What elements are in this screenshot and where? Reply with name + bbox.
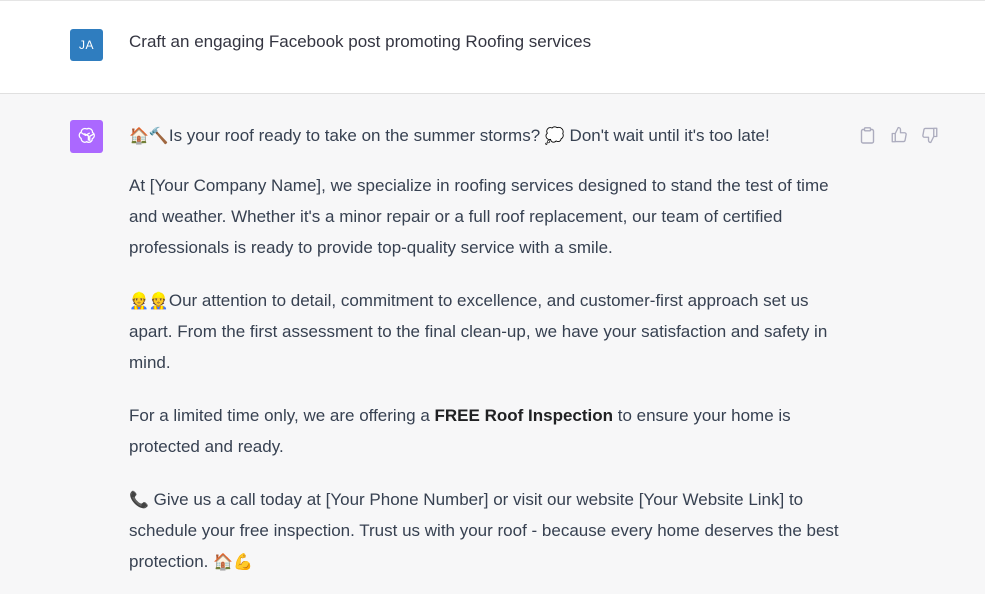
phone-emoji: 📞 <box>129 490 149 509</box>
assistant-message-content: 🏠🔨Is your roof ready to take on the summ… <box>129 122 849 599</box>
user-avatar-initials: JA <box>78 38 94 52</box>
free-inspection-bold: FREE Roof Inspection <box>434 406 614 425</box>
paragraph-3: 👷👷Our attention to detail, commitment to… <box>129 291 828 372</box>
paragraph-2: At [Your Company Name], we specialize in… <box>129 176 829 257</box>
paragraph-1: 🏠🔨Is your roof ready to take on the summ… <box>129 126 770 145</box>
house-muscle-emoji: 🏠💪 <box>213 552 253 571</box>
thumbs-up-button[interactable] <box>889 125 908 145</box>
user-message-text: Craft an engaging Facebook post promotin… <box>129 32 592 51</box>
thumbs-up-icon <box>891 126 907 143</box>
paragraph-5: 📞 Give us a call today at [Your Phone Nu… <box>129 490 839 571</box>
thumbs-down-icon <box>921 127 937 144</box>
user-message-row: JA Craft an engaging Facebook post promo… <box>0 0 985 94</box>
workers-emoji: 👷👷 <box>129 291 169 310</box>
house-hammer-emoji: 🏠🔨 <box>129 126 169 145</box>
openai-logo-icon <box>78 127 95 143</box>
thumbs-down-button[interactable] <box>920 125 939 145</box>
user-avatar: JA <box>70 29 103 61</box>
copy-icon <box>860 126 875 144</box>
assistant-avatar <box>70 120 103 153</box>
message-actions <box>858 124 939 146</box>
assistant-message-row: 🏠🔨Is your roof ready to take on the summ… <box>0 94 985 594</box>
thought-bubble-emoji: 💭 <box>544 126 565 145</box>
copy-button[interactable] <box>858 125 877 145</box>
paragraph-4: For a limited time only, we are offering… <box>129 406 791 456</box>
